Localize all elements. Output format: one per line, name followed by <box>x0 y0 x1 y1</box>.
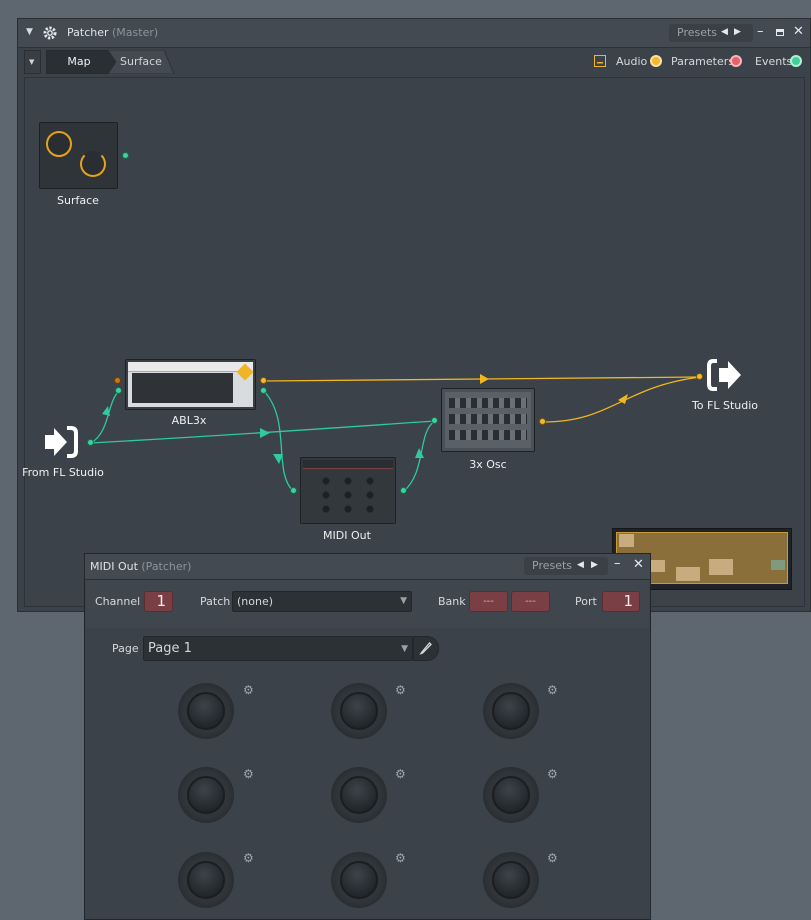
knob-5[interactable] <box>331 767 387 823</box>
abl3x-faceplate <box>128 362 254 407</box>
page-dropdown[interactable]: Page 1 ▼ <box>143 636 413 661</box>
midi-out-settings-bar: Channel 1 Patch (none) ▼ Bank --- --- Po… <box>86 580 649 628</box>
page-label: Page <box>112 642 139 655</box>
minimap-node-1 <box>619 534 634 547</box>
knob-7[interactable] <box>178 852 234 908</box>
to-fl-studio-output-icon[interactable] <box>707 358 743 392</box>
midi-out-titlebar[interactable]: MIDI Out (Patcher) Presets ◀ ▶ – ✕ <box>85 554 650 580</box>
osc3x-node[interactable] <box>441 388 535 452</box>
midi-close-button[interactable]: ✕ <box>633 558 644 572</box>
event-wire-abl3x-to-midi <box>263 390 295 493</box>
midi-minimize-button[interactable]: – <box>614 557 621 571</box>
page-dropdown-value: Page 1 <box>148 641 192 656</box>
event-wire-arrow-1 <box>102 406 110 416</box>
knob-2[interactable] <box>331 683 387 739</box>
osc3x-row-1 <box>449 398 527 408</box>
knob-3[interactable] <box>483 683 539 739</box>
event-wire-arrow-2 <box>260 428 270 438</box>
from-fl-studio-label: From FL Studio <box>22 466 104 479</box>
from-fl-studio-input-icon[interactable] <box>43 425 79 459</box>
knob-grid: ⚙ ⚙ ⚙ ⚙ ⚙ ⚙ ⚙ ⚙ ⚙ <box>85 670 650 919</box>
channel-label: Channel <box>95 595 141 608</box>
abl3x-param-port[interactable] <box>114 377 121 384</box>
patcher-map-canvas[interactable]: Surface ABL3x 3x Osc MIDI Out To FL Stud… <box>22 77 805 607</box>
patch-dropdown-arrow-icon: ▼ <box>400 596 407 606</box>
from-fl-event-out-port[interactable] <box>87 439 94 446</box>
knob-1[interactable] <box>178 683 234 739</box>
minimap-node-4 <box>709 559 733 575</box>
port-value[interactable]: 1 <box>602 591 640 612</box>
patcher-window: ▼ Patcher (Master) Presets ◀ ▶ – ✕ ▼ Map… <box>17 18 811 612</box>
knob-4[interactable] <box>178 767 234 823</box>
midi-out-event-in-port[interactable] <box>290 487 297 494</box>
midi-preset-next-icon[interactable]: ▶ <box>591 560 598 570</box>
midi-out-title: MIDI Out (Patcher) <box>90 560 192 573</box>
port-label: Port <box>575 595 597 608</box>
knob-5-settings-icon[interactable]: ⚙ <box>395 767 406 781</box>
abl3x-header-strip <box>128 362 253 372</box>
osc3x-label: 3x Osc <box>469 458 507 471</box>
midi-out-node[interactable] <box>300 457 396 524</box>
minimap-node-5 <box>771 560 785 570</box>
event-wire-arrow-4 <box>415 448 424 458</box>
audio-wire-arrow-1 <box>480 374 489 384</box>
knob-8[interactable] <box>331 852 387 908</box>
abl3x-event-out-port[interactable] <box>260 387 267 394</box>
to-fl-studio-label: To FL Studio <box>691 399 759 412</box>
patch-dropdown-value: (none) <box>237 595 274 608</box>
midi-out-label: MIDI Out <box>323 529 371 542</box>
midi-preset-prev-icon[interactable]: ◀ <box>577 560 584 570</box>
patch-dropdown[interactable]: (none) ▼ <box>232 591 412 612</box>
knob-6[interactable] <box>483 767 539 823</box>
bank-label: Bank <box>438 595 466 608</box>
knob-2-settings-icon[interactable]: ⚙ <box>395 683 406 697</box>
osc3x-audio-out-port[interactable] <box>539 418 546 425</box>
minimap-node-2 <box>651 560 665 572</box>
knob-9[interactable] <box>483 852 539 908</box>
midi-out-node-knobs <box>315 474 381 516</box>
knob-6-settings-icon[interactable]: ⚙ <box>547 767 558 781</box>
abl3x-label: ABL3x <box>171 414 207 427</box>
patch-wires <box>90 374 701 493</box>
page-row: Page Page 1 ▼ <box>86 630 649 670</box>
knob-7-settings-icon[interactable]: ⚙ <box>243 851 254 865</box>
knob-8-settings-icon[interactable]: ⚙ <box>395 851 406 865</box>
page-edit-button[interactable] <box>413 636 439 661</box>
pencil-icon <box>419 642 432 655</box>
midi-out-event-out-port[interactable] <box>400 487 407 494</box>
surface-label: Surface <box>57 194 99 207</box>
abl3x-event-in-port[interactable] <box>115 387 122 394</box>
bank-msb-value[interactable]: --- <box>469 591 508 612</box>
to-fl-audio-in-port[interactable] <box>696 373 703 380</box>
midi-out-window: MIDI Out (Patcher) Presets ◀ ▶ – ✕ Chann… <box>84 553 651 920</box>
surface-node[interactable] <box>39 122 118 189</box>
knob-1-settings-icon[interactable]: ⚙ <box>243 683 254 697</box>
surface-event-port[interactable] <box>122 152 129 159</box>
patch-label: Patch <box>200 595 231 608</box>
surface-knob-2 <box>80 151 106 177</box>
channel-value[interactable]: 1 <box>144 591 173 612</box>
knob-3-settings-icon[interactable]: ⚙ <box>547 683 558 697</box>
osc3x-row-2 <box>449 414 527 424</box>
surface-knob-1 <box>46 131 72 157</box>
abl3x-node[interactable] <box>125 359 256 410</box>
bank-lsb-value[interactable]: --- <box>511 591 550 612</box>
knob-9-settings-icon[interactable]: ⚙ <box>547 851 558 865</box>
event-wire-from-fl-to-abl3x <box>90 390 120 444</box>
page-dropdown-arrow-icon: ▼ <box>401 644 408 654</box>
midi-out-node-header <box>303 460 393 469</box>
abl3x-panel <box>132 373 233 403</box>
osc3x-panel <box>445 392 531 448</box>
event-wire-arrow-3 <box>273 454 283 464</box>
osc3x-event-in-port[interactable] <box>431 417 438 424</box>
minimap-node-3 <box>676 567 700 581</box>
osc3x-row-3 <box>449 430 527 440</box>
knob-4-settings-icon[interactable]: ⚙ <box>243 767 254 781</box>
abl3x-audio-out-port[interactable] <box>260 377 267 384</box>
